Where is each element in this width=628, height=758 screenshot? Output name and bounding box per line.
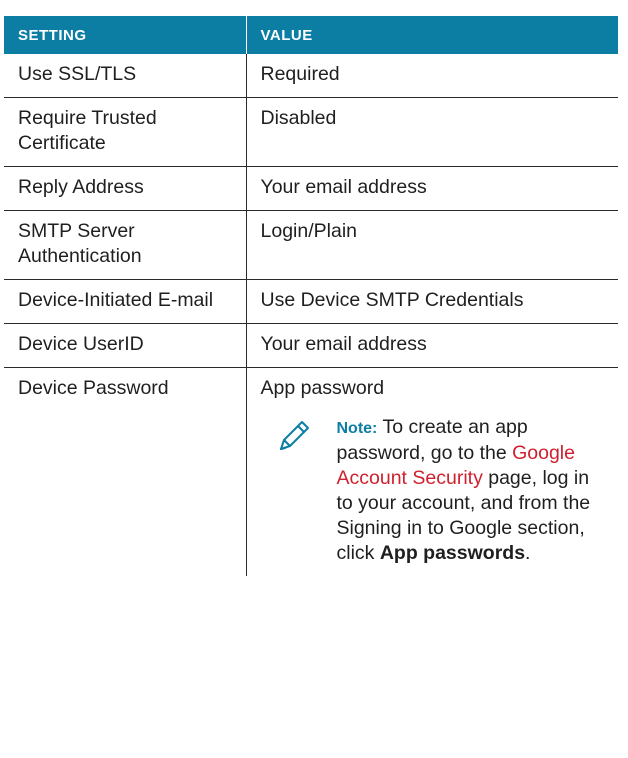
note-block: Note: To create an app password, go to t… — [261, 415, 609, 566]
settings-table: SETTING VALUE Use SSL/TLS Required Requi… — [4, 16, 618, 576]
value-cell: Required — [245, 54, 618, 98]
table-header-row: SETTING VALUE — [4, 16, 618, 54]
table-row: Reply Address Your email address — [4, 166, 618, 211]
table-row: Require Trusted Certificate Disabled — [4, 97, 618, 167]
setting-cell: Reply Address — [4, 166, 247, 211]
value-cell: App password Note: To create an app pass… — [245, 367, 618, 576]
table-row: Device Password App password Note: To cr… — [4, 367, 618, 576]
value-cell: Your email address — [245, 166, 618, 211]
note-text: . — [525, 542, 531, 564]
setting-cell: Device-Initiated E-mail — [4, 279, 247, 324]
table-row: Use SSL/TLS Required — [4, 54, 618, 98]
setting-cell: SMTP Server Authentication — [4, 210, 247, 280]
value-cell: Disabled — [245, 97, 618, 167]
table-row: Device-Initiated E-mail Use Device SMTP … — [4, 279, 618, 324]
table-row: Device UserID Your email address — [4, 323, 618, 368]
value-cell: Use Device SMTP Credentials — [245, 279, 618, 324]
setting-cell: Require Trusted Certificate — [4, 97, 247, 167]
value-cell: Your email address — [245, 323, 618, 368]
pencil-icon — [277, 417, 313, 453]
table-row: SMTP Server Authentication Login/Plain — [4, 210, 618, 280]
setting-cell: Use SSL/TLS — [4, 54, 247, 98]
header-setting: SETTING — [4, 16, 246, 54]
value-cell: Login/Plain — [245, 210, 618, 280]
value-text: App password — [260, 377, 385, 399]
header-value: VALUE — [245, 16, 618, 54]
setting-cell: Device Password — [4, 367, 247, 576]
note-bold-text: App passwords — [379, 542, 526, 564]
setting-cell: Device UserID — [4, 323, 247, 368]
note-label: Note: — [336, 420, 378, 437]
